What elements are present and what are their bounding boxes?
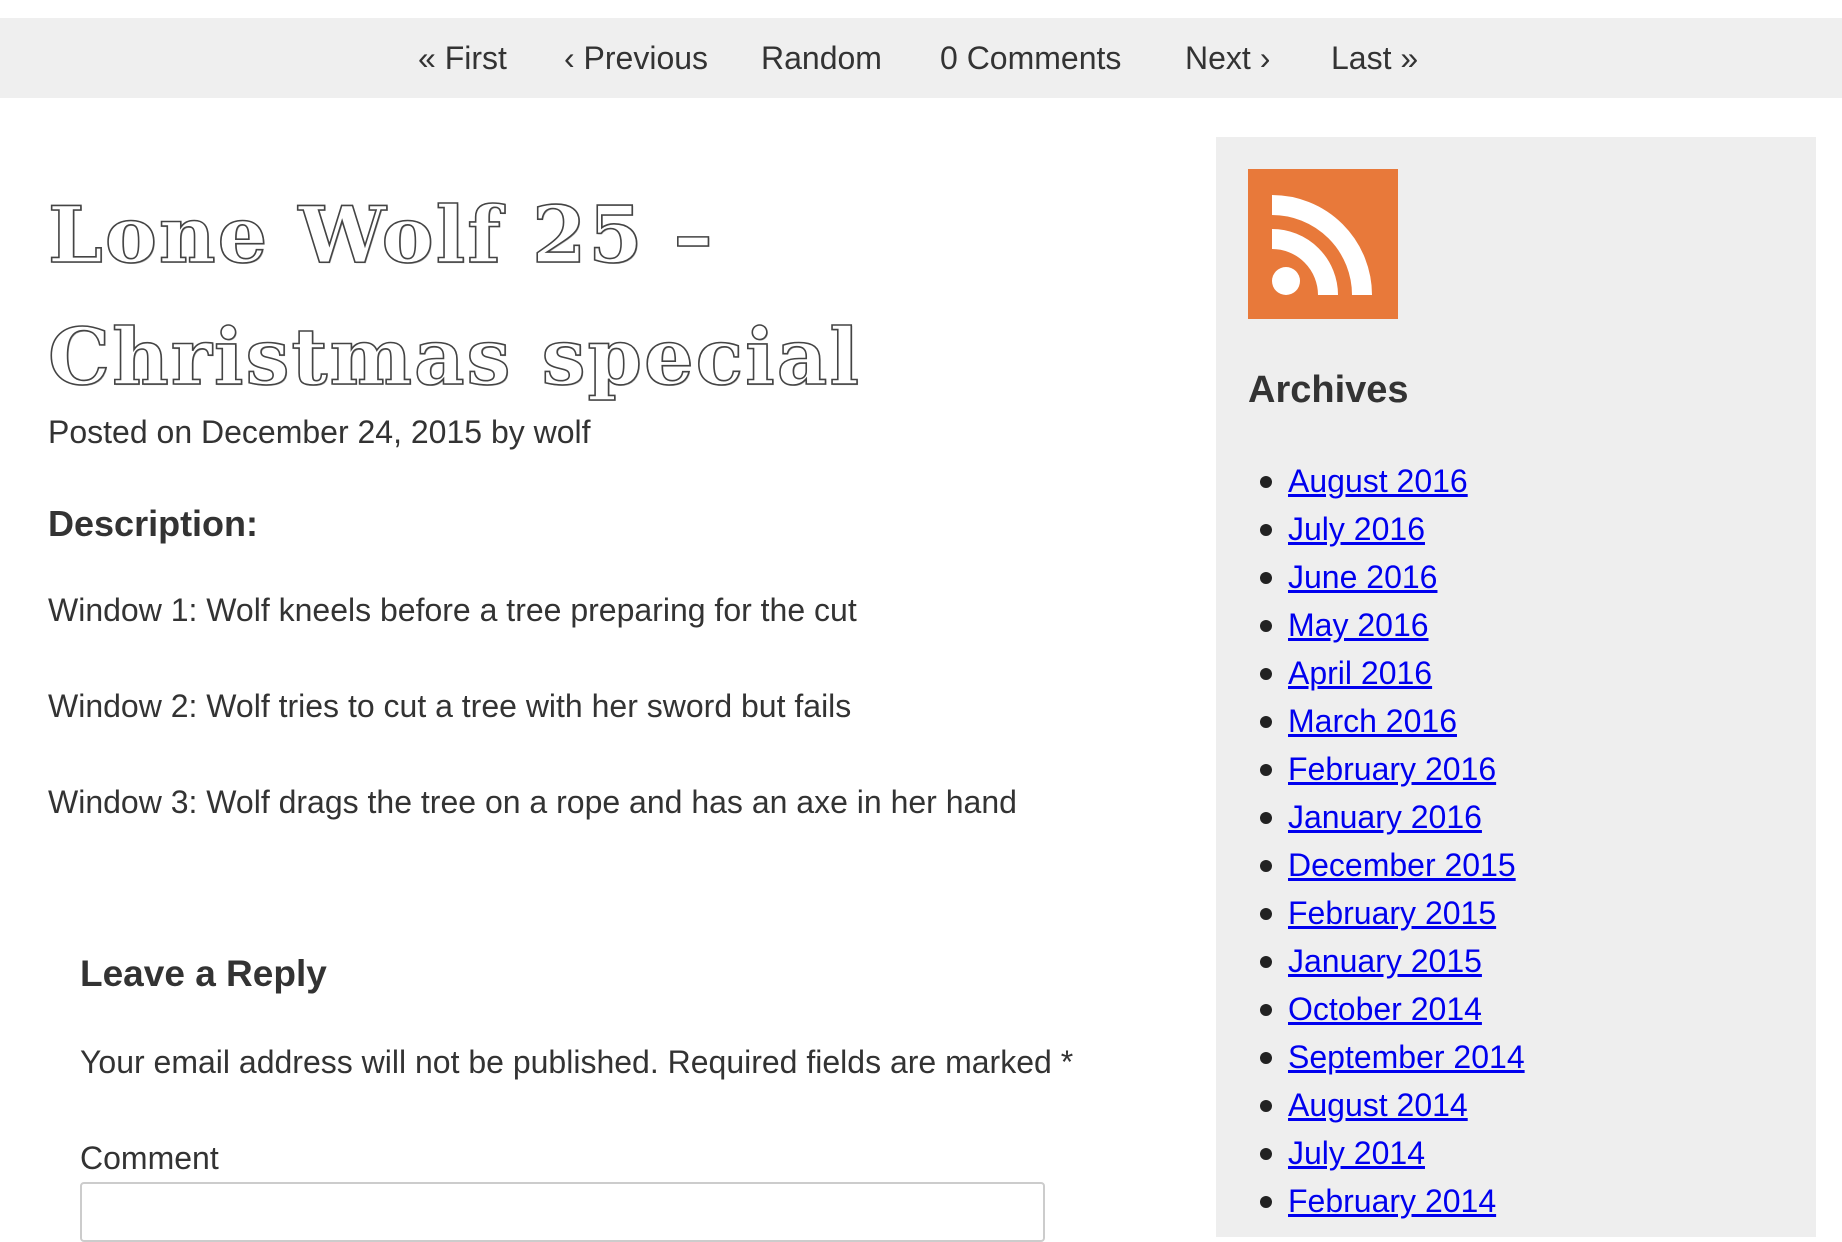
bullet-icon <box>1260 524 1272 536</box>
post-title: Lone Wolf 25 – Christmas special <box>47 189 861 404</box>
reply-notice: Your email address will not be published… <box>80 1044 1074 1080</box>
bullet-icon <box>1260 572 1272 584</box>
archive-link[interactable]: May 2016 <box>1288 607 1429 643</box>
archive-item: October 2014 <box>1248 985 1788 1033</box>
nav-first-link[interactable]: « First <box>418 18 507 98</box>
bullet-icon <box>1260 956 1272 968</box>
description-line: Window 2: Wolf tries to cut a tree with … <box>48 688 852 724</box>
nav-previous-link[interactable]: ‹ Previous <box>564 18 708 98</box>
description-line: Window 3: Wolf drags the tree on a rope … <box>48 784 1017 820</box>
archive-item: January 2016 <box>1248 793 1788 841</box>
archive-link[interactable]: April 2016 <box>1288 655 1432 691</box>
archive-item: July 2014 <box>1248 1129 1788 1177</box>
posted-prefix: Posted on <box>48 414 201 450</box>
rss-feed-icon[interactable] <box>1248 169 1398 319</box>
archive-link[interactable]: July 2014 <box>1288 1135 1425 1171</box>
archive-item: February 2016 <box>1248 745 1788 793</box>
archive-link[interactable]: August 2014 <box>1288 1087 1468 1123</box>
leave-reply-heading: Leave a Reply <box>80 953 327 994</box>
archive-link[interactable]: August 2016 <box>1288 463 1468 499</box>
archive-item: August 2016 <box>1248 457 1788 505</box>
archive-item: April 2016 <box>1248 649 1788 697</box>
bullet-icon <box>1260 764 1272 776</box>
comment-label: Comment <box>80 1140 219 1176</box>
description-line: Window 1: Wolf kneels before a tree prep… <box>48 592 857 628</box>
archive-item: September 2014 <box>1248 1033 1788 1081</box>
archive-item: August 2014 <box>1248 1081 1788 1129</box>
bullet-icon <box>1260 1100 1272 1112</box>
archive-link[interactable]: January 2015 <box>1288 943 1482 979</box>
archive-item: June 2016 <box>1248 553 1788 601</box>
archive-item: March 2016 <box>1248 697 1788 745</box>
nav-last-link[interactable]: Last » <box>1331 18 1418 98</box>
nav-comments-link[interactable]: 0 Comments <box>940 18 1121 98</box>
bullet-icon <box>1260 1148 1272 1160</box>
bullet-icon <box>1260 716 1272 728</box>
bullet-icon <box>1260 620 1272 632</box>
archive-link[interactable]: October 2014 <box>1288 991 1482 1027</box>
archive-item: February 2014 <box>1248 1177 1788 1225</box>
posted-by: by <box>482 414 534 450</box>
archive-item: December 2015 <box>1248 841 1788 889</box>
post-date-link[interactable]: December 24, 2015 <box>201 414 482 450</box>
archive-link[interactable]: February 2015 <box>1288 895 1496 931</box>
archive-link[interactable]: December 2015 <box>1288 847 1516 883</box>
nav-random-link[interactable]: Random <box>761 18 882 98</box>
archive-item: May 2016 <box>1248 601 1788 649</box>
bullet-icon <box>1260 908 1272 920</box>
bullet-icon <box>1260 476 1272 488</box>
archive-link[interactable]: February 2016 <box>1288 751 1496 787</box>
description-heading: Description: <box>48 503 259 544</box>
archive-link[interactable]: July 2016 <box>1288 511 1425 547</box>
sidebar: Archives August 2016 July 2016 June 2016… <box>1216 137 1816 1237</box>
bullet-icon <box>1260 668 1272 680</box>
archive-link[interactable]: September 2014 <box>1288 1039 1525 1075</box>
bullet-icon <box>1260 1004 1272 1016</box>
bullet-icon <box>1260 1052 1272 1064</box>
archive-item: February 2015 <box>1248 889 1788 937</box>
comment-textarea[interactable] <box>80 1182 1045 1242</box>
comic-navigation-bar: « First ‹ Previous Random 0 Comments Nex… <box>0 18 1842 98</box>
bullet-icon <box>1260 812 1272 824</box>
post-author-link[interactable]: wolf <box>534 414 591 450</box>
archives-list: August 2016 July 2016 June 2016 May 2016… <box>1248 457 1788 1225</box>
nav-next-link[interactable]: Next › <box>1185 18 1270 98</box>
archive-link[interactable]: January 2016 <box>1288 799 1482 835</box>
archive-link[interactable]: March 2016 <box>1288 703 1457 739</box>
archive-link[interactable]: February 2014 <box>1288 1183 1496 1219</box>
archive-link[interactable]: June 2016 <box>1288 559 1437 595</box>
archive-item: January 2015 <box>1248 937 1788 985</box>
bullet-icon <box>1260 1196 1272 1208</box>
post-meta: Posted on December 24, 2015 by wolf <box>48 414 591 451</box>
archives-heading: Archives <box>1248 369 1409 411</box>
archive-item: July 2016 <box>1248 505 1788 553</box>
rss-icon-graphic <box>1271 195 1372 296</box>
bullet-icon <box>1260 860 1272 872</box>
